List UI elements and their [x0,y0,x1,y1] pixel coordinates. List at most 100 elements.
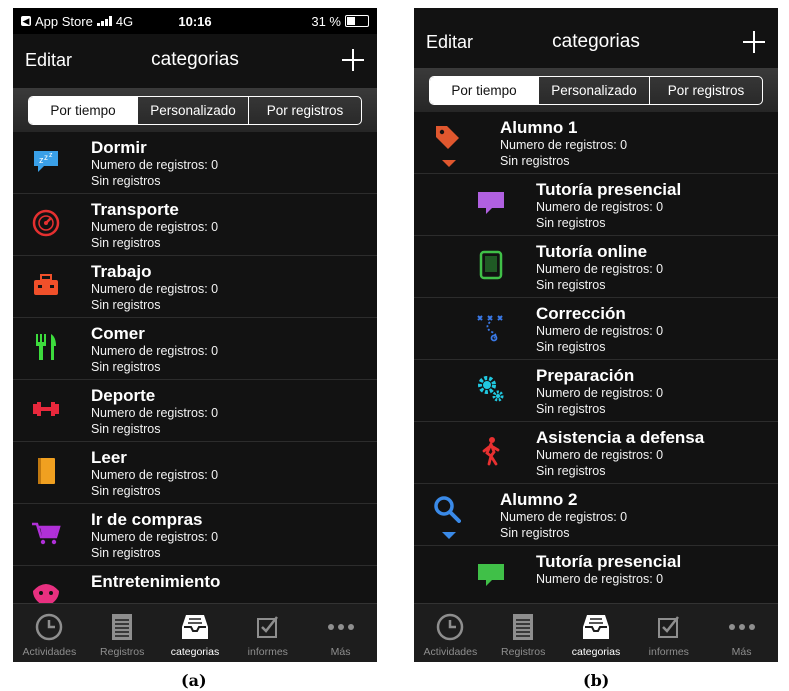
magnifier-icon [432,494,462,524]
record-status: Sin registros [500,154,570,168]
dumbbell-icon [31,394,61,424]
category-name: Deporte [91,386,156,405]
tablet-icon [476,250,506,280]
clock-icon [34,612,64,642]
cart-icon [31,518,61,548]
notepad-icon [107,612,137,642]
category-row-correccion[interactable]: Corrección Numero de registros: 0 Sin re… [414,298,778,360]
category-row-tutoria-presencial[interactable]: Tutoría presencial Numero de registros: … [414,174,778,236]
tab-label: Actividades [22,646,77,658]
page-title: categorias [151,49,239,70]
category-row-trabajo[interactable]: Trabajo Numero de registros: 0 Sin regis… [13,256,377,318]
record-count: Numero de registros: 0 [91,282,219,296]
segment-por-registros[interactable]: Por registros [649,76,762,104]
record-count: Numero de registros: 0 [536,448,664,462]
toolbox-icon [31,270,61,300]
tab-registros[interactable]: Registros [487,604,560,662]
segment-por-tiempo[interactable]: Por tiempo [29,96,137,124]
tab-informes[interactable]: informes [231,604,304,662]
add-icon[interactable] [742,30,766,54]
tab-registros[interactable]: Registros [86,604,159,662]
expand-triangle-icon[interactable] [442,532,456,539]
category-name: Tutoría online [536,242,648,261]
walking-person-icon [476,436,506,466]
category-list: Alumno 1 Numero de registros: 0 Sin regi… [414,112,778,604]
tab-categorias[interactable]: categorias [560,604,633,662]
record-count: Numero de registros: 0 [536,200,664,214]
segment-por-registros[interactable]: Por registros [248,96,361,124]
tab-label: Registros [501,646,546,658]
category-row-comer[interactable]: Comer Numero de registros: 0 Sin registr… [13,318,377,380]
record-status: Sin registros [91,236,161,250]
status-carrier[interactable]: App Store [35,14,93,29]
back-app-icon[interactable]: ◀ [21,16,31,26]
category-row-ir-de-compras[interactable]: Ir de compras Numero de registros: 0 Sin… [13,504,377,566]
tab-actividades[interactable]: Actividades [414,604,487,662]
tab-actividades[interactable]: Actividades [13,604,86,662]
status-battery-percent: 31 % [311,13,341,29]
category-name: Corrección [536,304,626,323]
category-name: Trabajo [91,262,152,281]
edit-button[interactable]: Editar [426,32,473,53]
category-name: Tutoría presencial [536,552,682,571]
phone-screenshot-b: Editar categorias Por tiempo Personaliza… [414,8,778,662]
record-count: Numero de registros: 0 [91,220,219,234]
speech-bubble-icon [476,188,506,218]
record-count: Numero de registros: 0 [536,572,664,586]
category-name: Dormir [91,138,147,157]
category-name: Entretenimiento [91,572,221,591]
tab-informes[interactable]: informes [632,604,705,662]
record-status: Sin registros [500,526,570,540]
status-time: 10:16 [178,13,212,29]
category-row-asistencia-a-defensa[interactable]: Asistencia a defensa Numero de registros… [414,422,778,484]
strategy-icon [476,312,506,342]
category-row-preparacion[interactable]: Preparación Numero de registros: 0 Sin r… [414,360,778,422]
segment-por-tiempo[interactable]: Por tiempo [430,76,538,104]
segment-personalizado[interactable]: Personalizado [137,96,248,124]
tab-label: Registros [100,646,145,658]
sleep-bubble-icon: zzz [31,146,61,176]
record-count: Numero de registros: 0 [91,344,219,358]
book-icon [31,456,61,486]
category-row-leer[interactable]: Leer Numero de registros: 0 Sin registro… [13,442,377,504]
category-row-deporte[interactable]: Deporte Numero de registros: 0 Sin regis… [13,380,377,442]
group-row-alumno-2[interactable]: Alumno 2 Numero de registros: 0 Sin regi… [414,484,778,546]
category-row-dormir[interactable]: zzz Dormir Numero de registros: 0 Sin re… [13,132,377,194]
nav-bar: Editar categorias [13,38,377,82]
inbox-tray-icon [581,612,611,642]
category-row-tutoria-presencial-2[interactable]: Tutoría presencial Numero de registros: … [414,546,778,604]
category-row-tutoria-online[interactable]: Tutoría online Numero de registros: 0 Si… [414,236,778,298]
record-status: Sin registros [536,340,606,354]
tab-mas[interactable]: Más [705,604,778,662]
status-bar: ◀ App Store 4G 10:16 31 % [13,8,377,34]
caption-b: (b) [583,671,610,690]
tab-bar: Actividades Registros categorias informe… [13,603,377,662]
tab-categorias[interactable]: categorias [159,604,232,662]
record-count: Numero de registros: 0 [536,386,664,400]
caption-a: (a) [181,671,207,690]
category-row-entretenimiento[interactable]: Entretenimiento [13,566,377,604]
group-name: Alumno 2 [500,490,578,509]
expand-triangle-icon[interactable] [442,160,456,167]
group-row-alumno-1[interactable]: Alumno 1 Numero de registros: 0 Sin regi… [414,112,778,174]
category-name: Transporte [91,200,179,219]
record-status: Sin registros [91,546,161,560]
battery-icon [345,15,369,27]
category-name: Leer [91,448,127,467]
tab-label: Más [330,646,351,658]
record-count: Numero de registros: 0 [536,324,664,338]
edit-button[interactable]: Editar [25,50,72,71]
category-row-transporte[interactable]: Transporte Numero de registros: 0 Sin re… [13,194,377,256]
tag-icon [432,122,462,152]
tab-mas[interactable]: Más [304,604,377,662]
segment-personalizado[interactable]: Personalizado [538,76,649,104]
sort-bar: Por tiempo Personalizado Por registros [13,88,377,132]
add-icon[interactable] [341,48,365,72]
record-status: Sin registros [536,402,606,416]
tab-label: Actividades [423,646,478,658]
speedometer-icon [31,208,61,238]
notepad-icon [508,612,538,642]
category-name: Asistencia a defensa [536,428,705,447]
gears-icon [476,374,506,404]
category-name: Ir de compras [91,510,203,529]
